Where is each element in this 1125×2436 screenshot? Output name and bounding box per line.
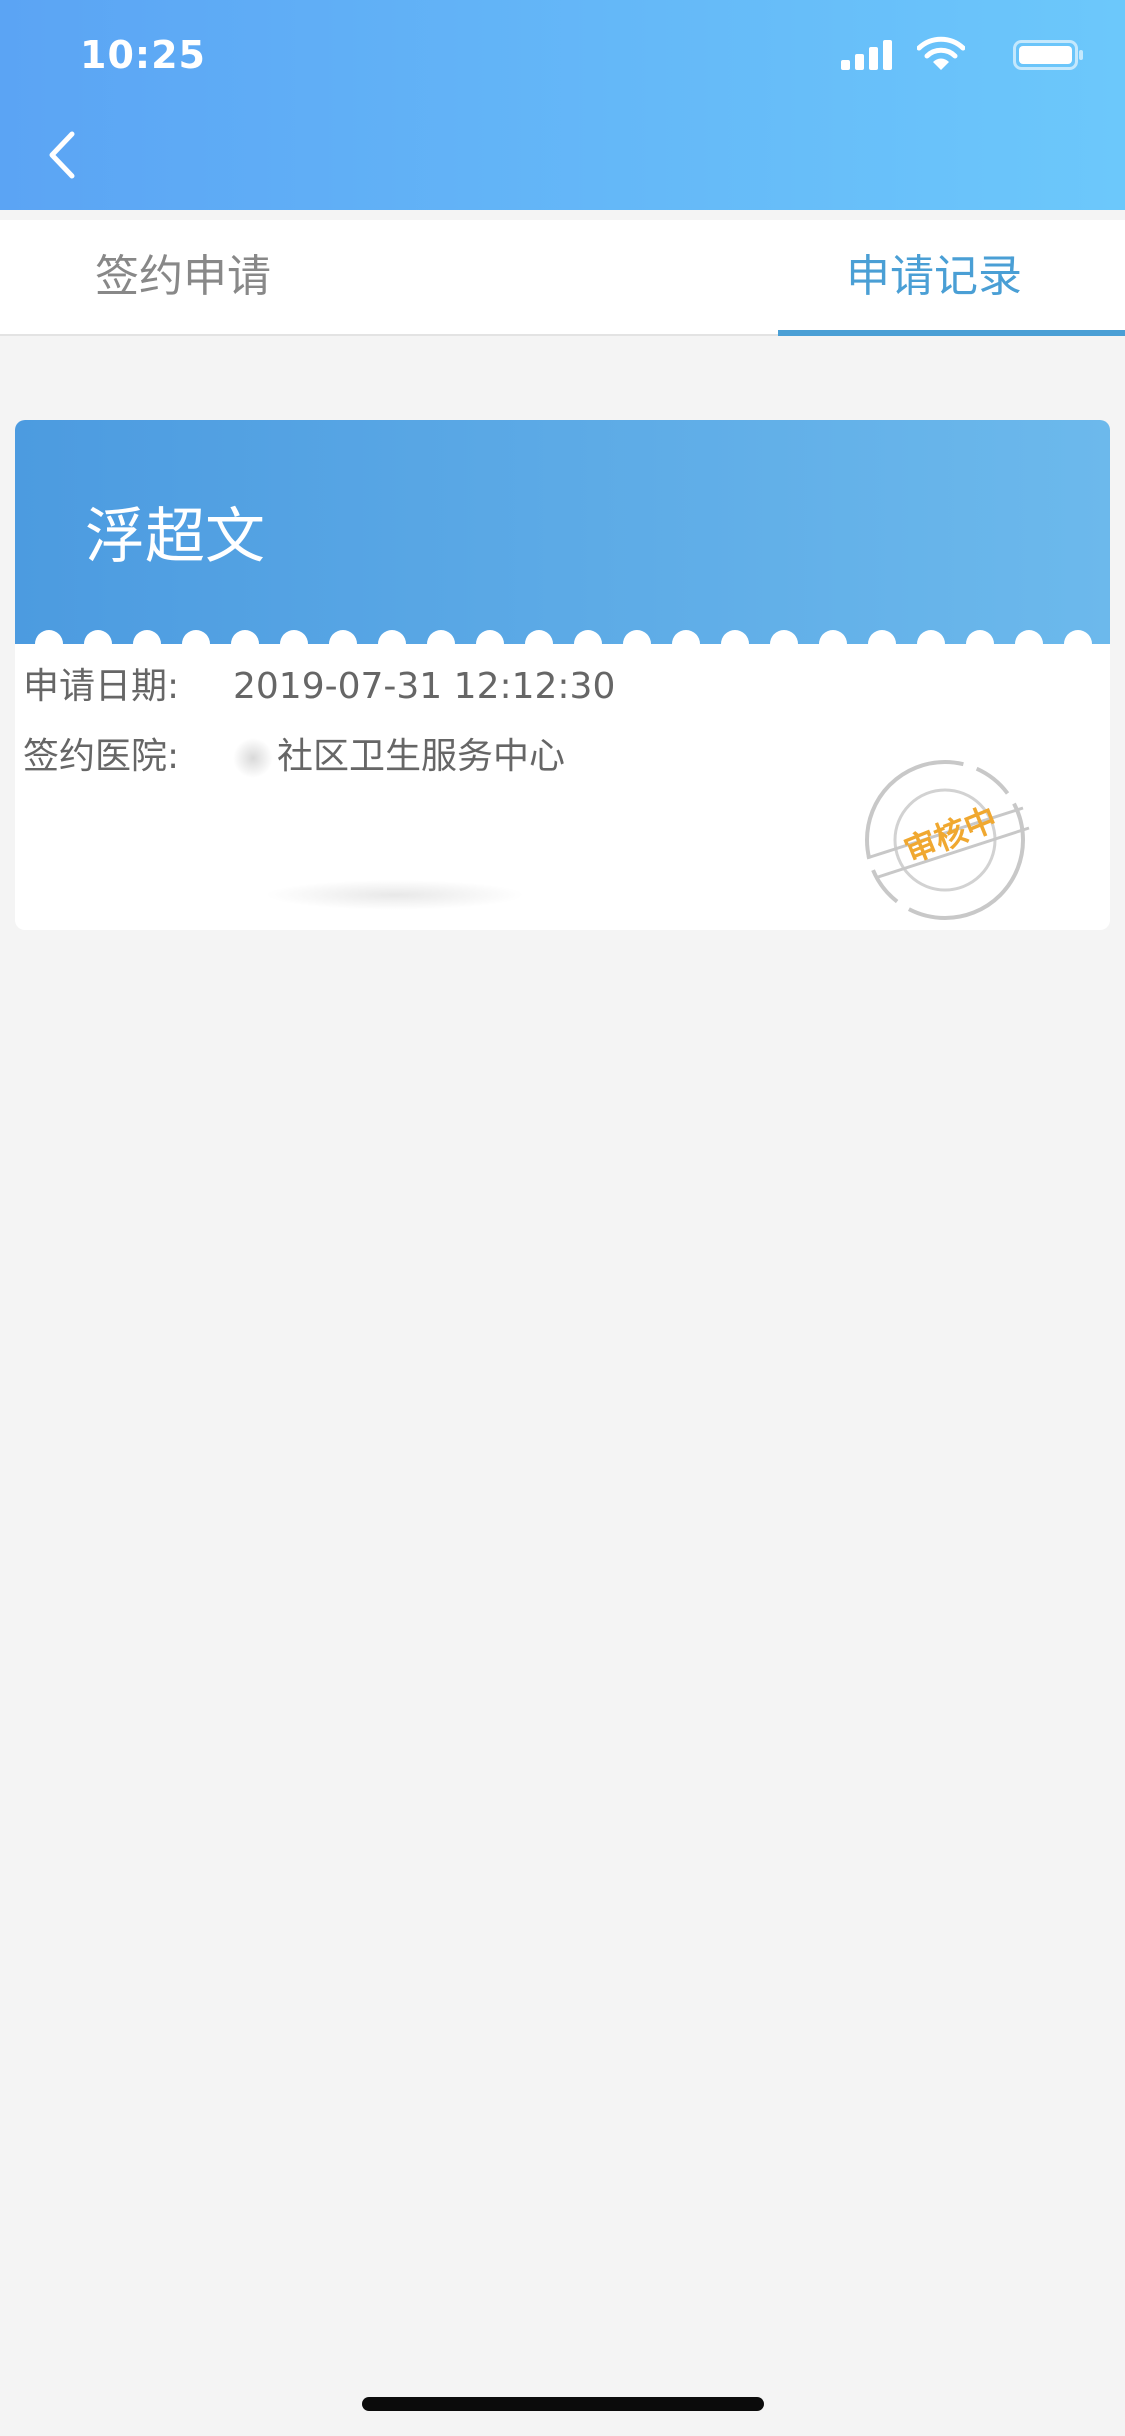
status-stamp: 审核中 — [845, 740, 1045, 930]
record-card[interactable]: 浮超文 申请日期: 2019-07-31 12:12:30 签约医院: 社区卫生服务… — [15, 420, 1110, 930]
apply-date-label: 申请日期: — [23, 666, 180, 707]
scallop-edge — [35, 630, 1092, 658]
scallop-dot — [574, 630, 602, 658]
hospital-row: 签约医院: 社区卫生服务中心 — [23, 732, 565, 782]
scallop-dot — [917, 630, 945, 658]
scallop-dot — [280, 630, 308, 658]
tab-bar: 签约申请 申请记录 — [0, 220, 1125, 336]
scallop-dot — [133, 630, 161, 658]
apply-date-row: 申请日期: 2019-07-31 12:12:30 — [23, 662, 615, 712]
scallop-dot — [427, 630, 455, 658]
scallop-dot — [721, 630, 749, 658]
card-header: 浮超文 — [15, 420, 1110, 644]
scallop-dot — [84, 630, 112, 658]
scallop-dot — [35, 630, 63, 658]
hospital-label: 签约医院: — [23, 736, 180, 777]
scallop-dot — [182, 630, 210, 658]
header-bar: 10:25 — [0, 0, 1125, 210]
status-time: 10:25 — [80, 33, 206, 77]
hospital-value: 社区卫生服务中心 — [277, 736, 566, 777]
wifi-icon — [917, 36, 965, 70]
scallop-dot — [868, 630, 896, 658]
scallop-dot — [770, 630, 798, 658]
scallop-dot — [329, 630, 357, 658]
scallop-dot — [672, 630, 700, 658]
tab-apply-records[interactable]: 申请记录 — [846, 220, 1022, 334]
scallop-dot — [378, 630, 406, 658]
home-indicator — [362, 2397, 764, 2411]
battery-icon — [1013, 40, 1083, 70]
scallop-dot — [1064, 630, 1092, 658]
scallop-dot — [623, 630, 651, 658]
status-icons — [825, 36, 1085, 76]
tab-sign-apply[interactable]: 签约申请 — [95, 220, 271, 334]
redacted-blur — [233, 738, 273, 778]
scallop-dot — [476, 630, 504, 658]
scallop-dot — [525, 630, 553, 658]
chevron-left-icon[interactable] — [30, 120, 100, 190]
apply-date-value: 2019-07-31 12:12:30 — [233, 666, 616, 707]
signal-icon — [841, 40, 892, 70]
applicant-name: 浮超文 — [85, 502, 265, 572]
redacted-blur-bar — [265, 880, 525, 910]
scallop-dot — [819, 630, 847, 658]
scallop-dot — [1015, 630, 1043, 658]
scallop-dot — [231, 630, 259, 658]
active-tab-indicator — [778, 330, 1125, 336]
scallop-dot — [966, 630, 994, 658]
